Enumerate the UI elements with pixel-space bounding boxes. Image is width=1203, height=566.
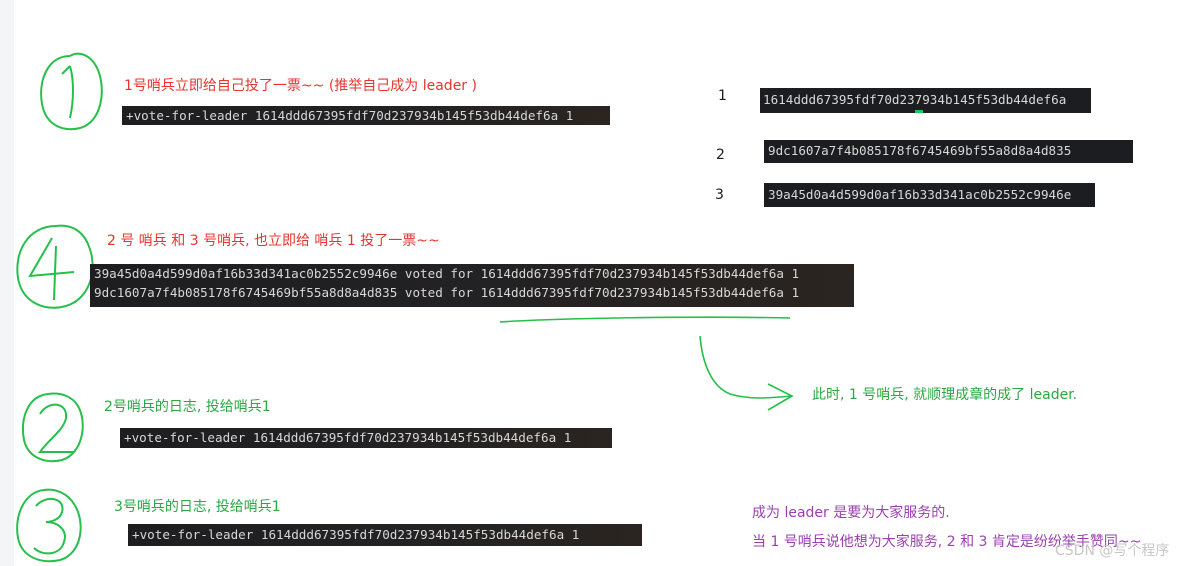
circled-two-icon — [22, 392, 84, 463]
step1-terminal: +vote-for-leader 1614ddd67395fdf70d23793… — [122, 106, 610, 125]
id-label-2: 2 — [716, 147, 725, 163]
step4-annotation: 2 号 哨兵 和 3 号哨兵, 也立即给 哨兵 1 投了一票~~ — [107, 233, 440, 249]
step2-log-line: +vote-for-leader 1614ddd67395fdf70d23793… — [124, 430, 572, 445]
id-value-2: 9dc1607a7f4b085178f6745469bf55a8d8a4d835 — [768, 143, 1072, 158]
watermark: CSDN @写个程序 — [1055, 543, 1170, 559]
step1-log-line: +vote-for-leader 1614ddd67395fdf70d23793… — [126, 108, 574, 123]
cursor-marker — [915, 110, 923, 113]
step2-terminal: +vote-for-leader 1614ddd67395fdf70d23793… — [120, 428, 612, 448]
left-border — [0, 0, 14, 566]
circled-three-icon — [16, 488, 82, 563]
id-box-3: 39a45d0a4d599d0af16b33d341ac0b2552c9946e — [764, 183, 1095, 207]
step4-log-line-2: 9dc1607a7f4b085178f6745469bf55a8d8a4d835… — [94, 285, 800, 300]
id-value-1: 1614ddd67395fdf70d237934b145f53db44def6a — [763, 92, 1067, 107]
step3-annotation: 3号哨兵的日志, 投给哨兵1 — [114, 499, 281, 515]
id-box-1: 1614ddd67395fdf70d237934b145f53db44def6a — [760, 88, 1091, 113]
conclusion-text: 此时, 1 号哨兵, 就顺理成章的成了 leader. — [812, 387, 1078, 403]
circled-one-icon — [40, 52, 103, 131]
arrow-icon — [499, 316, 794, 411]
step4-terminal: 39a45d0a4d599d0af16b33d341ac0b2552c9946e… — [90, 264, 854, 307]
step4-log-line-1: 39a45d0a4d599d0af16b33d341ac0b2552c9946e… — [94, 266, 800, 281]
step2-annotation: 2号哨兵的日志, 投给哨兵1 — [104, 399, 271, 415]
id-box-2: 9dc1607a7f4b085178f6745469bf55a8d8a4d835 — [764, 140, 1133, 163]
id-label-3: 3 — [715, 187, 724, 203]
circled-four-icon — [16, 224, 94, 309]
step3-log-line: +vote-for-leader 1614ddd67395fdf70d23793… — [132, 527, 580, 542]
step1-annotation: 1号哨兵立即给自己投了一票~~ (推举自己成为 leader ) — [124, 78, 477, 94]
id-label-1: 1 — [718, 88, 727, 104]
step3-terminal: +vote-for-leader 1614ddd67395fdf70d23793… — [128, 524, 642, 546]
id-value-3: 39a45d0a4d599d0af16b33d341ac0b2552c9946e — [768, 187, 1072, 202]
footer-line-1: 成为 leader 是要为大家服务的. — [752, 505, 950, 521]
